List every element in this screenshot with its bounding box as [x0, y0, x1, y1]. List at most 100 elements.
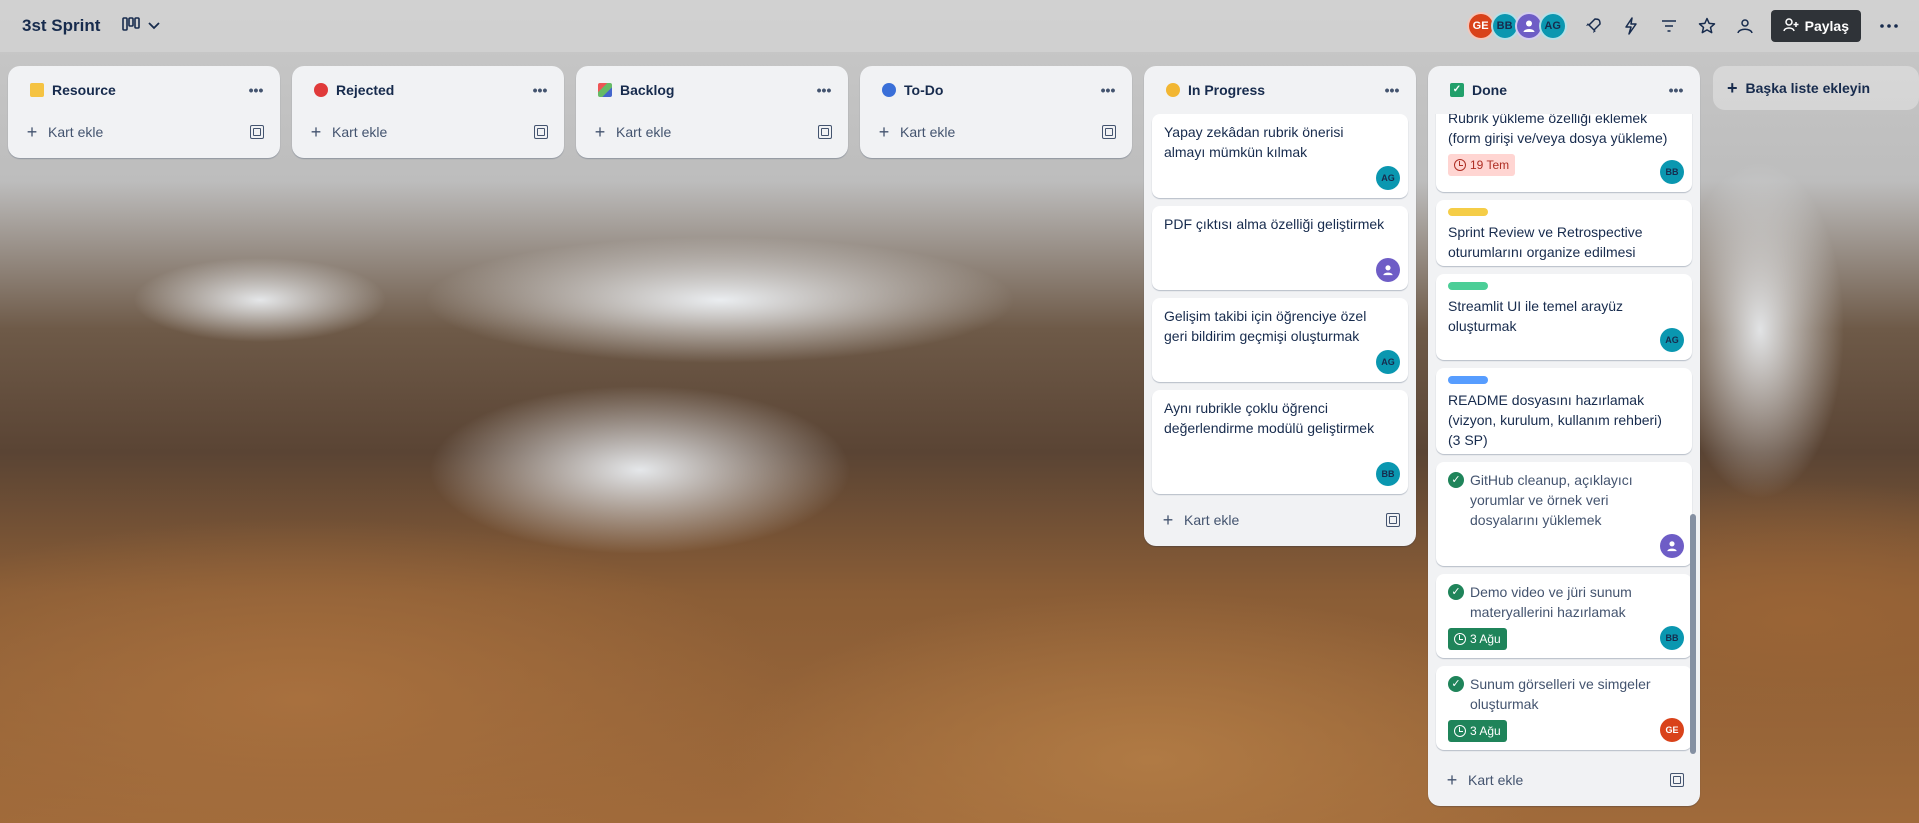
- template-icon[interactable]: [818, 125, 832, 139]
- star-icon[interactable]: [1691, 10, 1723, 42]
- list-title[interactable]: Rejected: [336, 82, 524, 98]
- card-label[interactable]: [1448, 376, 1488, 384]
- list-in-progress: In Progress ••• Yapay zekâdan rubrik öne…: [1144, 66, 1416, 546]
- more-menu-icon[interactable]: [1873, 10, 1905, 42]
- card[interactable]: ✓ GitHub cleanup, açıklayıcı yorumlar ve…: [1436, 462, 1692, 566]
- list-menu-icon[interactable]: •••: [1376, 74, 1408, 106]
- card[interactable]: Aynı rubrikle çoklu öğrenci değerlendirm…: [1152, 390, 1408, 494]
- add-card-button[interactable]: + Kart ekle: [868, 114, 1124, 150]
- template-icon[interactable]: [534, 125, 548, 139]
- card-label[interactable]: [1448, 208, 1488, 216]
- template-icon[interactable]: [1670, 773, 1684, 787]
- check-icon[interactable]: ✓: [1448, 676, 1464, 692]
- list-done: ✓ Done ••• Rubrik yükleme özelliği eklem…: [1428, 66, 1700, 806]
- avatar[interactable]: [1376, 258, 1400, 282]
- done-cards-scroll[interactable]: Rubrik yükleme özelliği eklemek (form gi…: [1428, 114, 1700, 754]
- add-card-button[interactable]: + Kart ekle: [1436, 762, 1692, 798]
- card[interactable]: README dosyasını hazırlamak (vizyon, kur…: [1436, 368, 1692, 454]
- due-date: 19 Tem: [1470, 158, 1510, 172]
- board-title[interactable]: 3st Sprint: [22, 16, 100, 36]
- template-icon[interactable]: [1102, 125, 1116, 139]
- list-header[interactable]: Rejected •••: [292, 66, 564, 114]
- scrollbar[interactable]: [1690, 514, 1696, 754]
- due-date-badge[interactable]: 19 Tem: [1448, 154, 1516, 176]
- rocket-icon[interactable]: [1577, 10, 1609, 42]
- due-date-badge[interactable]: 3 Ağu: [1448, 720, 1507, 742]
- list-title[interactable]: Backlog: [620, 82, 808, 98]
- card[interactable]: Sprint Review ve Retrospective oturumlar…: [1436, 200, 1692, 266]
- card-label[interactable]: [1448, 282, 1488, 290]
- card-title: README dosyasını hazırlamak (vizyon, kur…: [1448, 392, 1662, 448]
- list-header[interactable]: Backlog •••: [576, 66, 848, 114]
- template-icon[interactable]: [250, 125, 264, 139]
- plus-icon: +: [310, 122, 322, 142]
- list-title[interactable]: Done: [1472, 82, 1660, 98]
- board-members[interactable]: GE BB AG: [1466, 12, 1567, 40]
- list-title[interactable]: To-Do: [904, 82, 1092, 98]
- check-icon[interactable]: ✓: [1448, 472, 1464, 488]
- avatar[interactable]: BB: [1660, 626, 1684, 650]
- card[interactable]: Yapay zekâdan rubrik önerisi almayı mümk…: [1152, 114, 1408, 198]
- card[interactable]: PDF çıktısı alma özelliği geliştirmek: [1152, 206, 1408, 290]
- list-menu-icon[interactable]: •••: [240, 74, 272, 106]
- due-date: 3 Ağu: [1470, 632, 1501, 646]
- list-menu-icon[interactable]: •••: [1092, 74, 1124, 106]
- avatar[interactable]: BB: [1376, 462, 1400, 486]
- list-menu-icon[interactable]: •••: [524, 74, 556, 106]
- add-card-button[interactable]: + Kart ekle: [584, 114, 840, 150]
- card-title: Sunum görselleri ve simgeler oluşturmak: [1470, 676, 1651, 712]
- list-title[interactable]: Resource: [52, 82, 240, 98]
- plus-icon: +: [1162, 510, 1174, 530]
- card[interactable]: Gelişim takibi için öğrenciye özel geri …: [1152, 298, 1408, 382]
- view-switcher[interactable]: [122, 16, 161, 36]
- avatar[interactable]: [1660, 534, 1684, 558]
- plus-icon: +: [26, 122, 38, 142]
- avatar[interactable]: AG: [1660, 328, 1684, 352]
- add-card-button[interactable]: + Kart ekle: [16, 114, 272, 150]
- add-card-button[interactable]: + Kart ekle: [300, 114, 556, 150]
- list-menu-icon[interactable]: •••: [808, 74, 840, 106]
- avatar[interactable]: AG: [1376, 166, 1400, 190]
- list-resource: Resource ••• + Kart ekle: [8, 66, 280, 158]
- card[interactable]: Streamlit UI ile temel arayüz oluşturmak…: [1436, 274, 1692, 360]
- blue-circle-icon: [882, 83, 896, 97]
- card-title: Sprint Review ve Retrospective oturumlar…: [1448, 224, 1643, 260]
- due-date-badge[interactable]: 3 Ağu: [1448, 628, 1507, 650]
- list-header[interactable]: In Progress •••: [1144, 66, 1416, 114]
- card-title: Rubrik yükleme özelliği eklemek (form gi…: [1448, 114, 1668, 146]
- template-icon[interactable]: [1386, 513, 1400, 527]
- add-list-button[interactable]: + Başka liste ekleyin: [1713, 66, 1919, 110]
- list-header[interactable]: To-Do •••: [860, 66, 1132, 114]
- card[interactable]: ✓ Demo video ve jüri sunum materyallerin…: [1436, 574, 1692, 658]
- avatar[interactable]: BB: [1660, 160, 1684, 184]
- add-card-label: Kart ekle: [900, 124, 956, 140]
- list-title[interactable]: In Progress: [1188, 82, 1376, 98]
- list-menu-icon[interactable]: •••: [1660, 74, 1692, 106]
- chevron-down-icon[interactable]: [148, 17, 161, 35]
- card[interactable]: Rubrik yükleme özelliği eklemek (form gi…: [1436, 114, 1692, 192]
- lightning-icon[interactable]: [1615, 10, 1647, 42]
- add-card-label: Kart ekle: [616, 124, 672, 140]
- list-header[interactable]: ✓ Done •••: [1428, 66, 1700, 114]
- add-card-button[interactable]: + Kart ekle: [1152, 502, 1408, 538]
- board-view-icon[interactable]: [122, 16, 141, 36]
- card-title: GitHub cleanup, açıklayıcı yorumlar ve ö…: [1470, 472, 1633, 528]
- list-header[interactable]: Resource •••: [8, 66, 280, 114]
- books-icon: [598, 83, 612, 97]
- list-todo: To-Do ••• + Kart ekle: [860, 66, 1132, 158]
- check-icon[interactable]: ✓: [1448, 584, 1464, 600]
- share-button[interactable]: Paylaş: [1770, 10, 1861, 42]
- yellow-circle-icon: [1166, 83, 1180, 97]
- list-rejected: Rejected ••• + Kart ekle: [292, 66, 564, 158]
- avatar[interactable]: GE: [1660, 718, 1684, 742]
- card-title: Demo video ve jüri sunum materyallerini …: [1470, 584, 1632, 620]
- due-date: 3 Ağu: [1470, 724, 1501, 738]
- filter-icon[interactable]: [1653, 10, 1685, 42]
- add-card-label: Kart ekle: [1468, 772, 1524, 788]
- workspace-visibility-icon[interactable]: [1729, 10, 1761, 42]
- avatar[interactable]: AG: [1376, 350, 1400, 374]
- red-circle-icon: [314, 83, 328, 97]
- add-user-icon: [1782, 17, 1799, 35]
- avatar[interactable]: AG: [1538, 12, 1567, 40]
- card[interactable]: ✓ Sunum görselleri ve simgeler oluşturma…: [1436, 666, 1692, 750]
